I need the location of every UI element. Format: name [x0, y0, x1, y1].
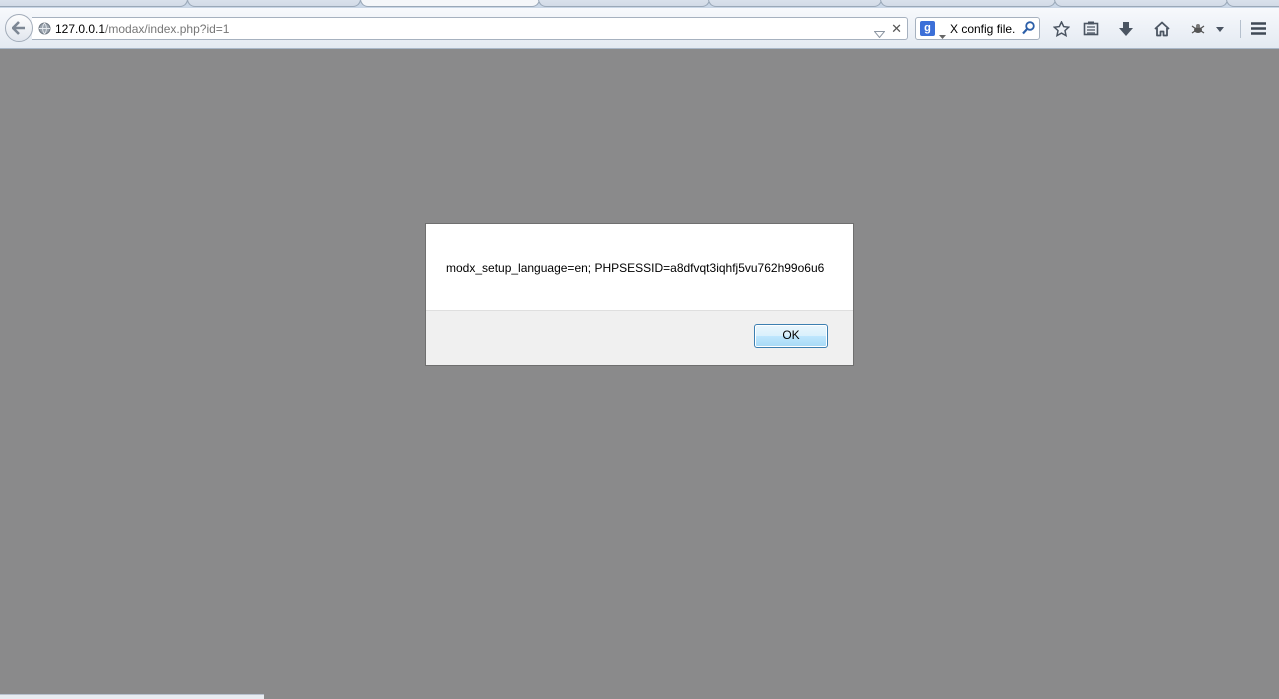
- engine-dropdown-icon[interactable]: [939, 26, 946, 44]
- star-icon: [1053, 21, 1070, 37]
- tab[interactable]: [0, 0, 188, 7]
- history-dropdown-icon[interactable]: [873, 25, 886, 43]
- tab[interactable]: [1226, 0, 1279, 7]
- alert-dialog-body: modx_setup_language=en; PHPSESSID=a8dfvq…: [426, 224, 853, 311]
- search-engine-icon[interactable]: g: [920, 21, 935, 36]
- back-button[interactable]: [5, 14, 33, 42]
- ok-button[interactable]: OK: [754, 324, 828, 348]
- hamburger-menu-icon: [1251, 22, 1266, 35]
- url-path: /modax/index.php?id=1: [105, 22, 230, 36]
- tab[interactable]: [880, 0, 1056, 7]
- stop-icon[interactable]: ✕: [891, 21, 902, 36]
- url-host: 127.0.0.1: [55, 22, 106, 36]
- download-arrow-icon: [1119, 22, 1133, 36]
- magnifier-icon[interactable]: [1022, 21, 1035, 40]
- tab[interactable]: [708, 0, 882, 7]
- downloads-button[interactable]: [1115, 18, 1137, 40]
- bookmark-star-button[interactable]: [1050, 18, 1072, 40]
- url-text[interactable]: 127.0.0.1/modax/index.php?id=1: [55, 22, 229, 36]
- addon-dropdown-button[interactable]: [1213, 18, 1227, 40]
- search-bar[interactable]: g X config file.: [915, 17, 1040, 40]
- back-arrow-icon: [12, 21, 25, 35]
- bug-icon: [1191, 24, 1205, 34]
- menu-button[interactable]: [1247, 18, 1269, 40]
- alert-message: modx_setup_language=en; PHPSESSID=a8dfvq…: [446, 261, 825, 275]
- page-overlay: [0, 49, 1279, 694]
- bookmarks-menu-button[interactable]: [1080, 18, 1102, 40]
- chevron-down-icon: [1216, 27, 1224, 32]
- tab-strip: [0, 0, 1279, 8]
- tab[interactable]: [187, 0, 361, 7]
- bookmarks-list-icon: [1083, 21, 1099, 36]
- home-button[interactable]: [1151, 18, 1173, 40]
- globe-icon: [38, 22, 51, 40]
- status-bar: [0, 694, 264, 699]
- tab-active[interactable]: [360, 0, 540, 7]
- toolbar-separator: [1240, 20, 1241, 38]
- addon-button[interactable]: [1187, 18, 1209, 40]
- tab[interactable]: [538, 0, 710, 7]
- navigation-toolbar: 127.0.0.1/modax/index.php?id=1 ✕ g X con…: [0, 8, 1279, 49]
- alert-dialog: modx_setup_language=en; PHPSESSID=a8dfvq…: [425, 223, 854, 366]
- url-bar[interactable]: 127.0.0.1/modax/index.php?id=1 ✕: [32, 17, 908, 40]
- tab[interactable]: [1054, 0, 1228, 7]
- search-input[interactable]: X config file.: [950, 22, 1020, 36]
- home-icon: [1154, 21, 1170, 37]
